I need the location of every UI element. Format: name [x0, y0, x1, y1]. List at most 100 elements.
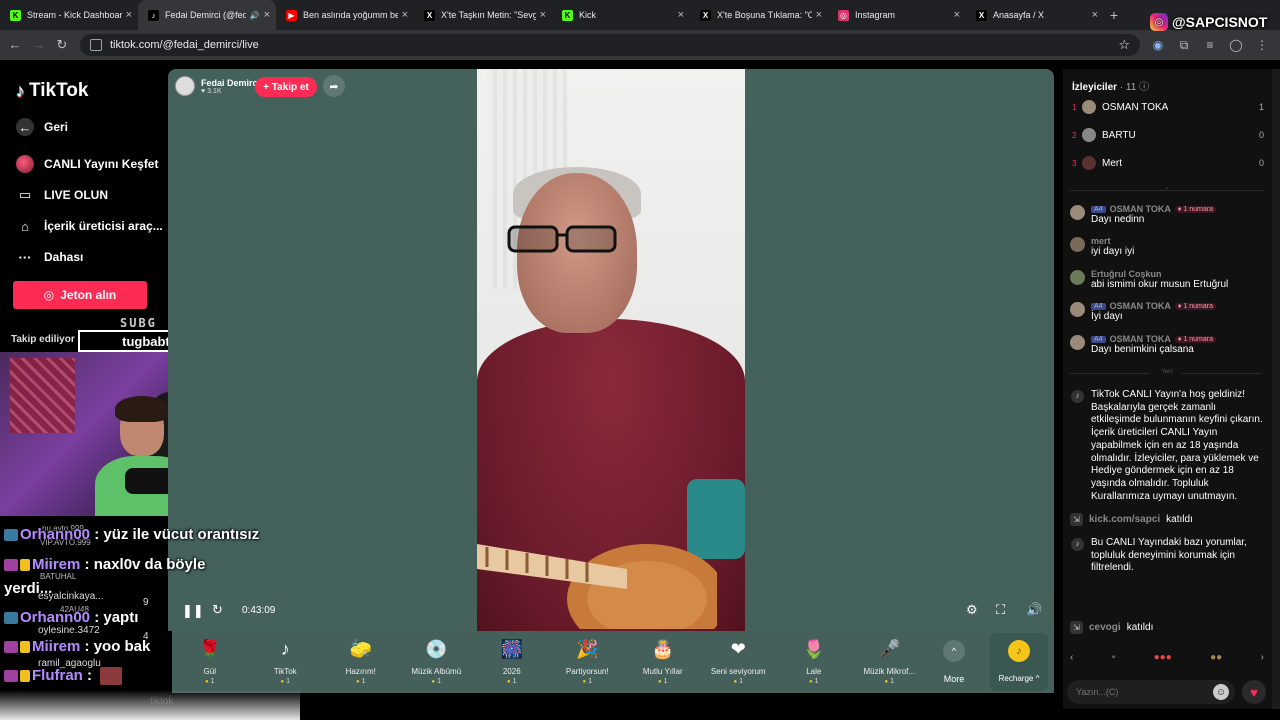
- close-tab-icon[interactable]: ×: [540, 9, 546, 21]
- join-username[interactable]: kick.com/sapci: [1089, 514, 1160, 525]
- gift-item[interactable]: 🧽 Hazırım! 1: [323, 631, 399, 693]
- comment-username[interactable]: OSMAN TOKA: [1110, 301, 1171, 311]
- close-tab-icon[interactable]: ×: [1092, 9, 1098, 21]
- volume-icon[interactable]: 🔊: [1026, 602, 1042, 618]
- browser-tab[interactable]: ◎ Instagram ×: [828, 0, 966, 30]
- gift-item[interactable]: ❤ Seni seviyorum 1: [701, 631, 777, 693]
- viewer-name[interactable]: BARTU: [1102, 130, 1259, 141]
- puzzle-icon[interactable]: ⧉: [1176, 34, 1192, 56]
- viewer-name[interactable]: OSMAN TOKA: [1102, 102, 1259, 113]
- close-tab-icon[interactable]: ×: [678, 9, 684, 21]
- divider: [1070, 373, 1150, 374]
- comment-avatar[interactable]: [1070, 335, 1085, 350]
- overlay-small-text: esyalcinkaya...: [38, 591, 104, 602]
- tab-title: X'te Boşuna Tıklama: "Or: [717, 10, 812, 20]
- sound-extension-icon[interactable]: ◉: [1150, 34, 1166, 56]
- share-arrow-icon[interactable]: ➦: [323, 75, 345, 97]
- host-name[interactable]: Fedai Demirci: [201, 78, 260, 88]
- instagram-icon: ◎: [1150, 13, 1168, 31]
- profile-icon[interactable]: ◯: [1228, 34, 1244, 56]
- back-icon[interactable]: ←: [3, 37, 27, 52]
- viewer-avatar[interactable]: [1082, 128, 1096, 142]
- viewer-row[interactable]: 2 BARTU 0: [1072, 127, 1264, 143]
- info-icon[interactable]: ⓘ: [1139, 82, 1149, 93]
- gift-item[interactable]: 🎤 Müzik Mikrof... 1: [852, 631, 928, 693]
- chat-scrollbar[interactable]: [1272, 69, 1280, 709]
- comment-username[interactable]: OSMAN TOKA: [1110, 334, 1171, 344]
- recharge-button[interactable]: ♪ Recharge ^: [990, 633, 1048, 691]
- comment-username[interactable]: Ertuğrul Coşkun: [1091, 269, 1162, 279]
- browser-tab[interactable]: X X'te Boşuna Tıklama: "Or ×: [690, 0, 828, 30]
- chat-input[interactable]: [1067, 680, 1235, 704]
- close-tab-icon[interactable]: ×: [954, 9, 960, 21]
- live-video-stage[interactable]: [168, 69, 1054, 631]
- join-username[interactable]: cevogi: [1089, 622, 1121, 633]
- quick-gift-item[interactable]: ●●●: [1154, 652, 1172, 663]
- comment-avatar[interactable]: [1070, 237, 1085, 252]
- live-video-feed[interactable]: [477, 69, 745, 631]
- gift-name: Müzik Mikrof...: [863, 667, 916, 676]
- close-tab-icon[interactable]: ×: [402, 9, 408, 21]
- speaker-icon[interactable]: 🔊: [250, 11, 260, 20]
- settings-gear-icon[interactable]: ⚙: [966, 602, 978, 618]
- comment-avatar[interactable]: [1070, 205, 1085, 220]
- pause-icon[interactable]: ❚❚: [182, 603, 204, 619]
- kebab-menu-icon[interactable]: ⋮: [1254, 34, 1270, 56]
- url-bar[interactable]: tiktok.com/@fedai_demirci/live ☆: [80, 34, 1140, 56]
- more-gifts-button[interactable]: ^ More: [934, 640, 974, 684]
- quick-gift-item[interactable]: ●●: [1210, 652, 1222, 663]
- bookmark-star-icon[interactable]: ☆: [1118, 37, 1130, 53]
- comment-avatar[interactable]: [1070, 270, 1085, 285]
- refresh-icon[interactable]: ↻: [212, 602, 223, 618]
- overlay-small-number: 9: [143, 597, 149, 608]
- browser-tab[interactable]: X Anasayfa / X ×: [966, 0, 1104, 30]
- host-likes: ♥ 3.1K: [201, 88, 260, 95]
- sidebar-item-go-live[interactable]: ▭ LIVE OLUN: [16, 186, 108, 204]
- comment-avatar[interactable]: [1070, 302, 1085, 317]
- gift-item[interactable]: 🎆 2026 1: [474, 631, 550, 693]
- fullscreen-icon[interactable]: ⛶: [996, 602, 1005, 618]
- close-tab-icon[interactable]: ×: [816, 9, 822, 21]
- chevron-right-icon[interactable]: ›: [1261, 652, 1264, 663]
- chevron-left-icon[interactable]: ‹: [1070, 652, 1073, 663]
- host-avatar[interactable]: [175, 76, 195, 96]
- heart-icon[interactable]: ♥: [1242, 680, 1266, 704]
- site-info-icon[interactable]: [90, 39, 102, 51]
- close-tab-icon[interactable]: ×: [264, 9, 270, 21]
- forward-icon[interactable]: →: [27, 37, 51, 52]
- gift-item[interactable]: 💿 Müzik Albümü 1: [399, 631, 475, 693]
- sidebar-item-back[interactable]: ← Geri: [16, 118, 68, 136]
- browser-tab[interactable]: ▶ Ben aslında yoğumm ben ×: [276, 0, 414, 30]
- sidebar-item-explore-live[interactable]: CANLI Yayını Keşfet: [16, 155, 158, 173]
- browser-tab[interactable]: X X'te Taşkın Metin: "Sevgili ×: [414, 0, 552, 30]
- host-info[interactable]: Fedai Demirci ♥ 3.1K: [175, 76, 260, 96]
- url-text: tiktok.com/@fedai_demirci/live: [110, 39, 259, 51]
- follow-button[interactable]: + Takip et: [255, 77, 317, 97]
- new-tab-button[interactable]: +: [1104, 7, 1124, 23]
- sidebar-item-creator-tools[interactable]: ⌂ İçerik üreticisi araç...: [16, 217, 163, 235]
- viewer-row[interactable]: 1 OSMAN TOKA 1: [1072, 99, 1264, 115]
- tiktok-logo[interactable]: ♪ TikTok: [16, 80, 88, 102]
- sidebar-item-more[interactable]: ··· Dahası: [16, 248, 84, 266]
- gift-item[interactable]: 🎉 Partiyorsun! 1: [550, 631, 626, 693]
- baglama-instrument: [477, 544, 717, 629]
- gift-item[interactable]: 🎂 Mutlu Yıllar 1: [625, 631, 701, 693]
- viewer-row[interactable]: 3 Mert 0: [1072, 155, 1264, 171]
- reload-icon[interactable]: ↻: [50, 37, 74, 53]
- emoji-icon[interactable]: ☺: [1213, 684, 1229, 700]
- browser-tab[interactable]: ♪ Fedai Demirci (@feda 🔊 ×: [138, 0, 276, 30]
- gift-item[interactable]: ♪ TikTok 1: [248, 631, 324, 693]
- get-coins-button[interactable]: ◎ Jeton alın: [13, 281, 147, 309]
- close-tab-icon[interactable]: ×: [126, 9, 132, 21]
- browser-tab[interactable]: K Kick ×: [552, 0, 690, 30]
- media-icon[interactable]: ≡: [1202, 34, 1218, 56]
- gift-item[interactable]: 🌷 Lale 1: [776, 631, 852, 693]
- quick-gift-item[interactable]: ▪: [1112, 652, 1116, 663]
- gift-item[interactable]: 🌹 Gül 1: [172, 631, 248, 693]
- comment-username[interactable]: OSMAN TOKA: [1110, 204, 1171, 214]
- comment-username[interactable]: mert: [1091, 236, 1111, 246]
- viewer-avatar[interactable]: [1082, 100, 1096, 114]
- viewer-name[interactable]: Mert: [1102, 158, 1259, 169]
- browser-tab[interactable]: K Stream - Kick Dashboard ×: [0, 0, 138, 30]
- viewer-avatar[interactable]: [1082, 156, 1096, 170]
